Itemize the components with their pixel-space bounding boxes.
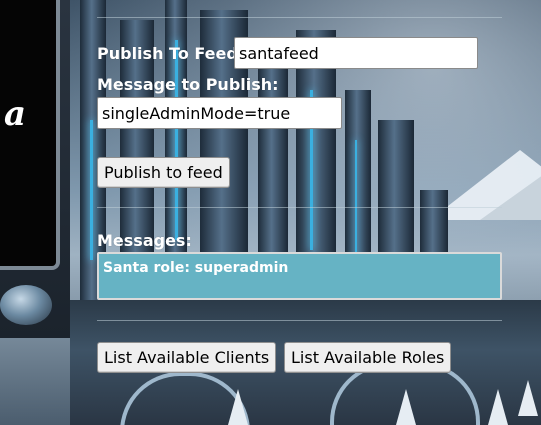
background-monitor-screen: a — [0, 0, 60, 270]
divider — [97, 17, 502, 18]
list-clients-button[interactable]: List Available Clients — [97, 342, 277, 373]
background-monitor-knob — [0, 285, 52, 325]
feed-label: Publish To Feed: — [97, 44, 245, 63]
background-snowy-tree — [518, 380, 538, 416]
messages-label: Messages: — [97, 231, 192, 250]
feed-input[interactable] — [234, 37, 478, 69]
publish-button[interactable]: Publish to feed — [97, 157, 230, 188]
background-light — [90, 120, 93, 260]
messages-box: Santa role: superadmin — [97, 252, 502, 300]
message-item: Santa role: superadmin — [103, 260, 289, 276]
list-roles-button[interactable]: List Available Roles — [284, 342, 452, 373]
publish-panel: Publish To Feed: Message to Publish: Pub… — [97, 0, 502, 425]
background-screen-glyph: a — [4, 94, 27, 134]
divider — [97, 207, 502, 208]
message-label: Message to Publish: — [97, 75, 279, 94]
message-input[interactable] — [97, 97, 342, 129]
divider — [97, 320, 502, 321]
background-monitor: a — [0, 0, 70, 338]
